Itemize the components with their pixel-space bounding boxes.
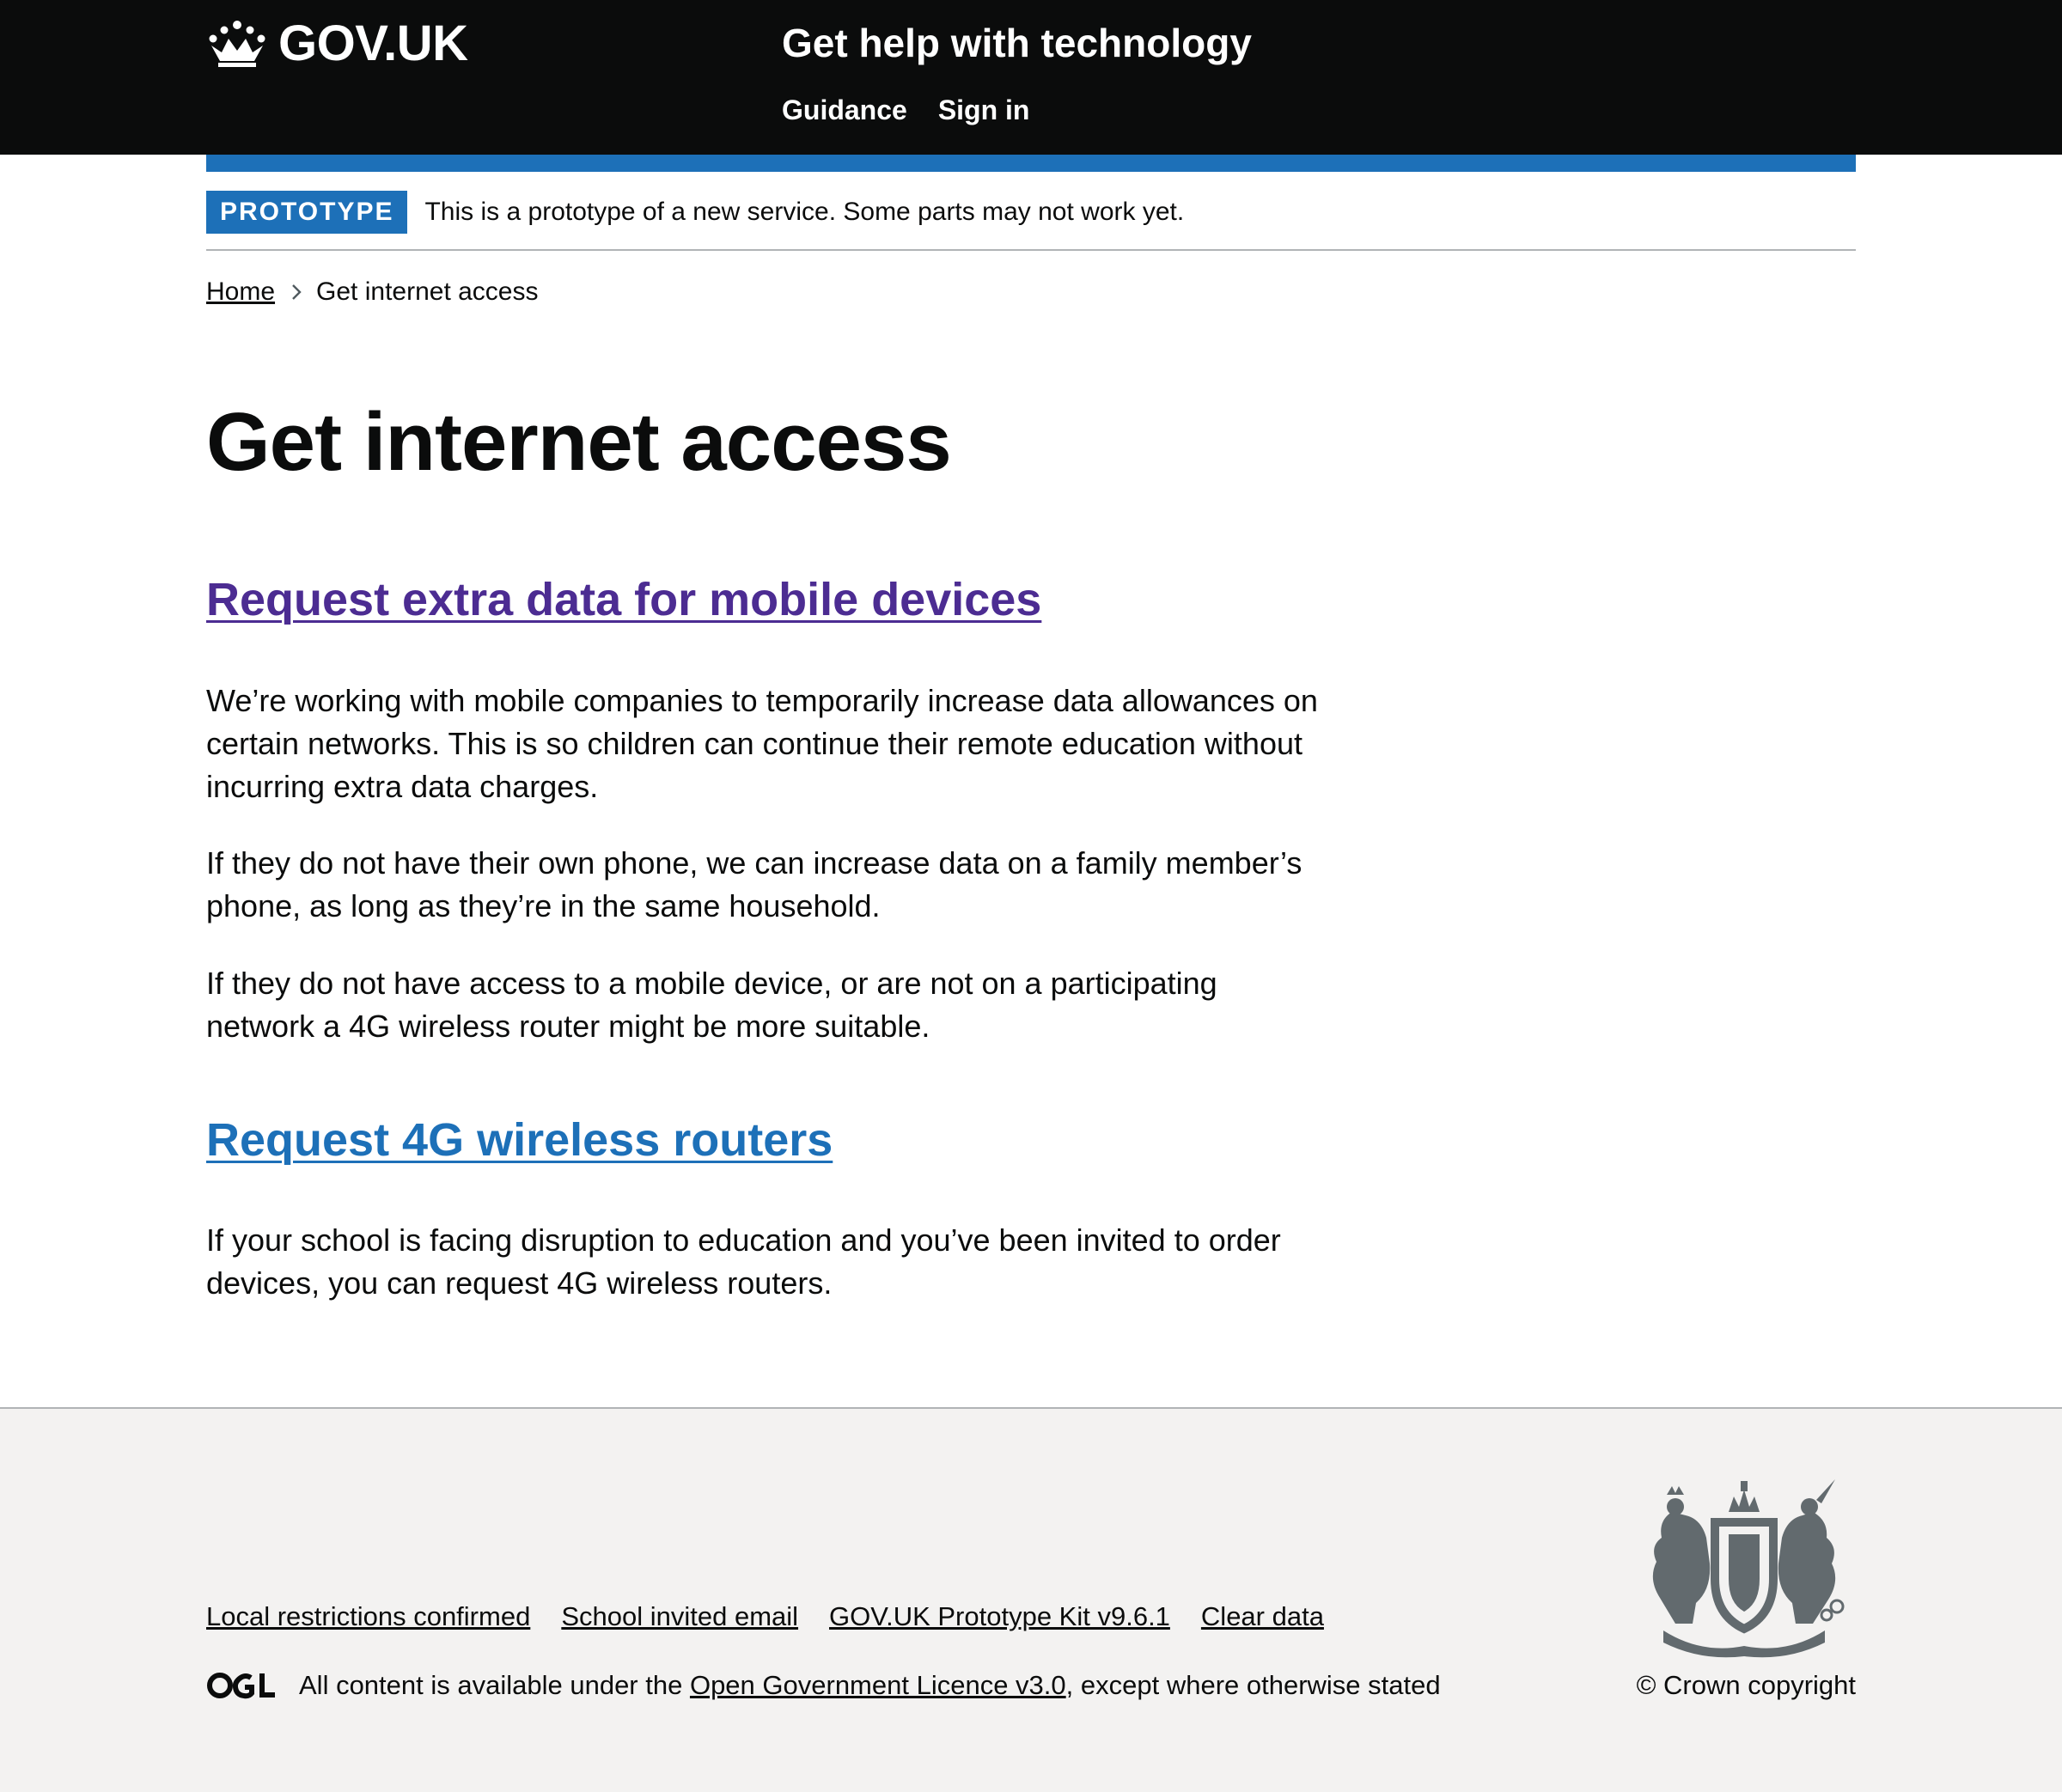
footer-link-clear-data[interactable]: Clear data [1201,1600,1324,1634]
crown-icon [206,20,268,68]
crown-copyright-link[interactable]: © Crown copyright [1637,1668,1856,1703]
licence-suffix: , except where otherwise stated [1065,1670,1441,1700]
section-heading-4g-routers: Request 4G wireless routers [206,1112,833,1167]
footer-link-local-restrictions[interactable]: Local restrictions confirmed [206,1600,530,1634]
paragraph: If your school is facing disruption to e… [206,1222,1281,1301]
site-footer: Local restrictions confirmed School invi… [0,1407,2062,1792]
section-heading-extra-data: Request extra data for mobile devices [206,572,1041,627]
footer-link-prototype-kit[interactable]: GOV.UK Prototype Kit v9.6.1 [829,1600,1170,1634]
paragraph: If they do not have access to a mobile d… [206,966,1217,1044]
breadcrumb-home-link[interactable]: Home [206,275,275,309]
licence-prefix: All content is available under the [299,1670,690,1700]
breadcrumb: Home Get internet access [206,275,539,309]
service-name-link[interactable]: Get help with technology [782,17,1252,69]
request-extra-data-link[interactable]: Request extra data for mobile devices [206,574,1041,625]
nav-sign-in-link[interactable]: Sign in [938,93,1030,127]
open-government-licence-link[interactable]: Open Government Licence v3.0 [690,1668,1066,1703]
govuk-logo-link[interactable]: GOV.UK [206,15,468,72]
footer-links: Local restrictions confirmed School invi… [206,1600,1324,1634]
header-blue-bar [206,155,1856,172]
royal-coat-of-arms-icon [1632,1478,1856,1662]
site-header: GOV.UK Get help with technology Guidance… [0,0,2062,155]
chevron-right-icon [290,283,302,302]
footer-link-school-invited-email[interactable]: School invited email [561,1600,798,1634]
licence-statement: All content is available under the Open … [206,1668,1441,1703]
phase-banner-text: This is a prototype of a new service. So… [424,198,1185,226]
phase-banner: PROTOTYPE This is a prototype of a new s… [206,187,1856,251]
breadcrumb-current: Get internet access [316,277,539,306]
header-nav: Guidance Sign in [782,93,1029,127]
paragraph: We’re working with mobile companies to t… [206,683,1318,804]
ogl-logo-icon [206,1671,277,1700]
phase-tag: PROTOTYPE [206,191,408,234]
request-4g-routers-link[interactable]: Request 4G wireless routers [206,1114,833,1166]
nav-guidance-link[interactable]: Guidance [782,93,907,127]
govuk-logo-text: GOV.UK [278,15,468,71]
page-title: Get internet access [206,396,952,488]
paragraph: If they do not have their own phone, we … [206,845,1302,923]
